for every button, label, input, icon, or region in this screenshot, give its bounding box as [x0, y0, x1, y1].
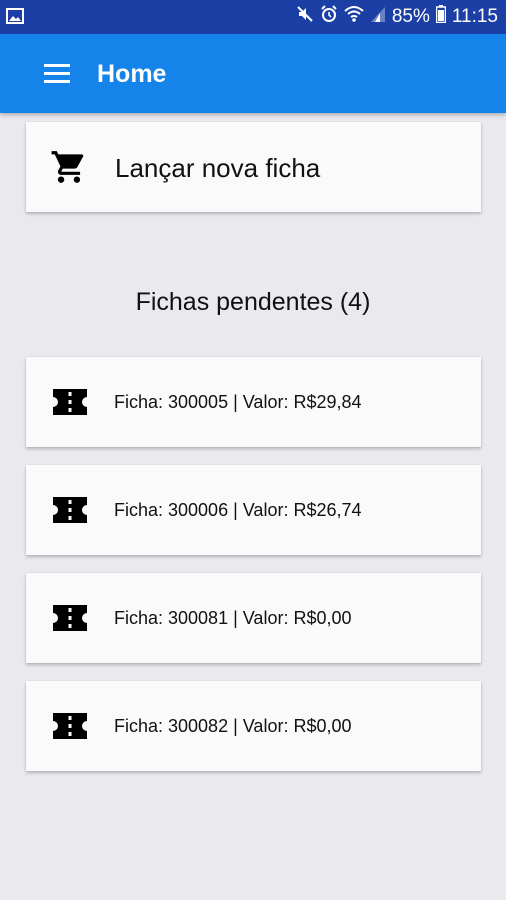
ticket-icon [53, 497, 87, 528]
new-ficha-label: Lançar nova ficha [115, 153, 321, 183]
pending-ficha-item[interactable]: Ficha: 300006 | Valor: R$26,74 [26, 465, 481, 555]
app-bar: Home [0, 34, 506, 113]
signal-icon [370, 5, 386, 29]
clock: 11:15 [451, 6, 498, 27]
ticket-icon [53, 605, 87, 636]
battery-percent: 85% [391, 6, 430, 27]
mute-icon [296, 5, 314, 29]
pending-ficha-item[interactable]: Ficha: 300082 | Valor: R$0,00 [26, 681, 481, 771]
new-ficha-button[interactable]: Lançar nova ficha [26, 122, 481, 212]
shopping-cart-icon [50, 148, 88, 191]
wifi-icon [344, 5, 364, 29]
pending-ficha-item[interactable]: Ficha: 300081 | Valor: R$0,00 [26, 573, 481, 663]
pending-ficha-label: Ficha: 300081 | Valor: R$0,00 [114, 608, 352, 628]
ticket-icon [53, 713, 87, 744]
ticket-icon [53, 389, 87, 420]
gallery-notification-icon [6, 8, 24, 29]
battery-icon [435, 5, 447, 29]
hamburger-menu-icon[interactable] [44, 63, 72, 85]
alarm-icon [320, 5, 338, 29]
pending-ficha-item[interactable]: Ficha: 300005 | Valor: R$29,84 [26, 357, 481, 447]
status-indicators: 85% 11:15 [296, 0, 498, 34]
pending-section-title: Fichas pendentes (4) [135, 288, 371, 316]
status-bar: 85% 11:15 [0, 0, 506, 34]
pending-ficha-label: Ficha: 300005 | Valor: R$29,84 [114, 392, 362, 412]
pending-ficha-label: Ficha: 300006 | Valor: R$26,74 [114, 500, 362, 520]
page-title: Home [97, 60, 167, 88]
pending-ficha-label: Ficha: 300082 | Valor: R$0,00 [114, 716, 352, 736]
